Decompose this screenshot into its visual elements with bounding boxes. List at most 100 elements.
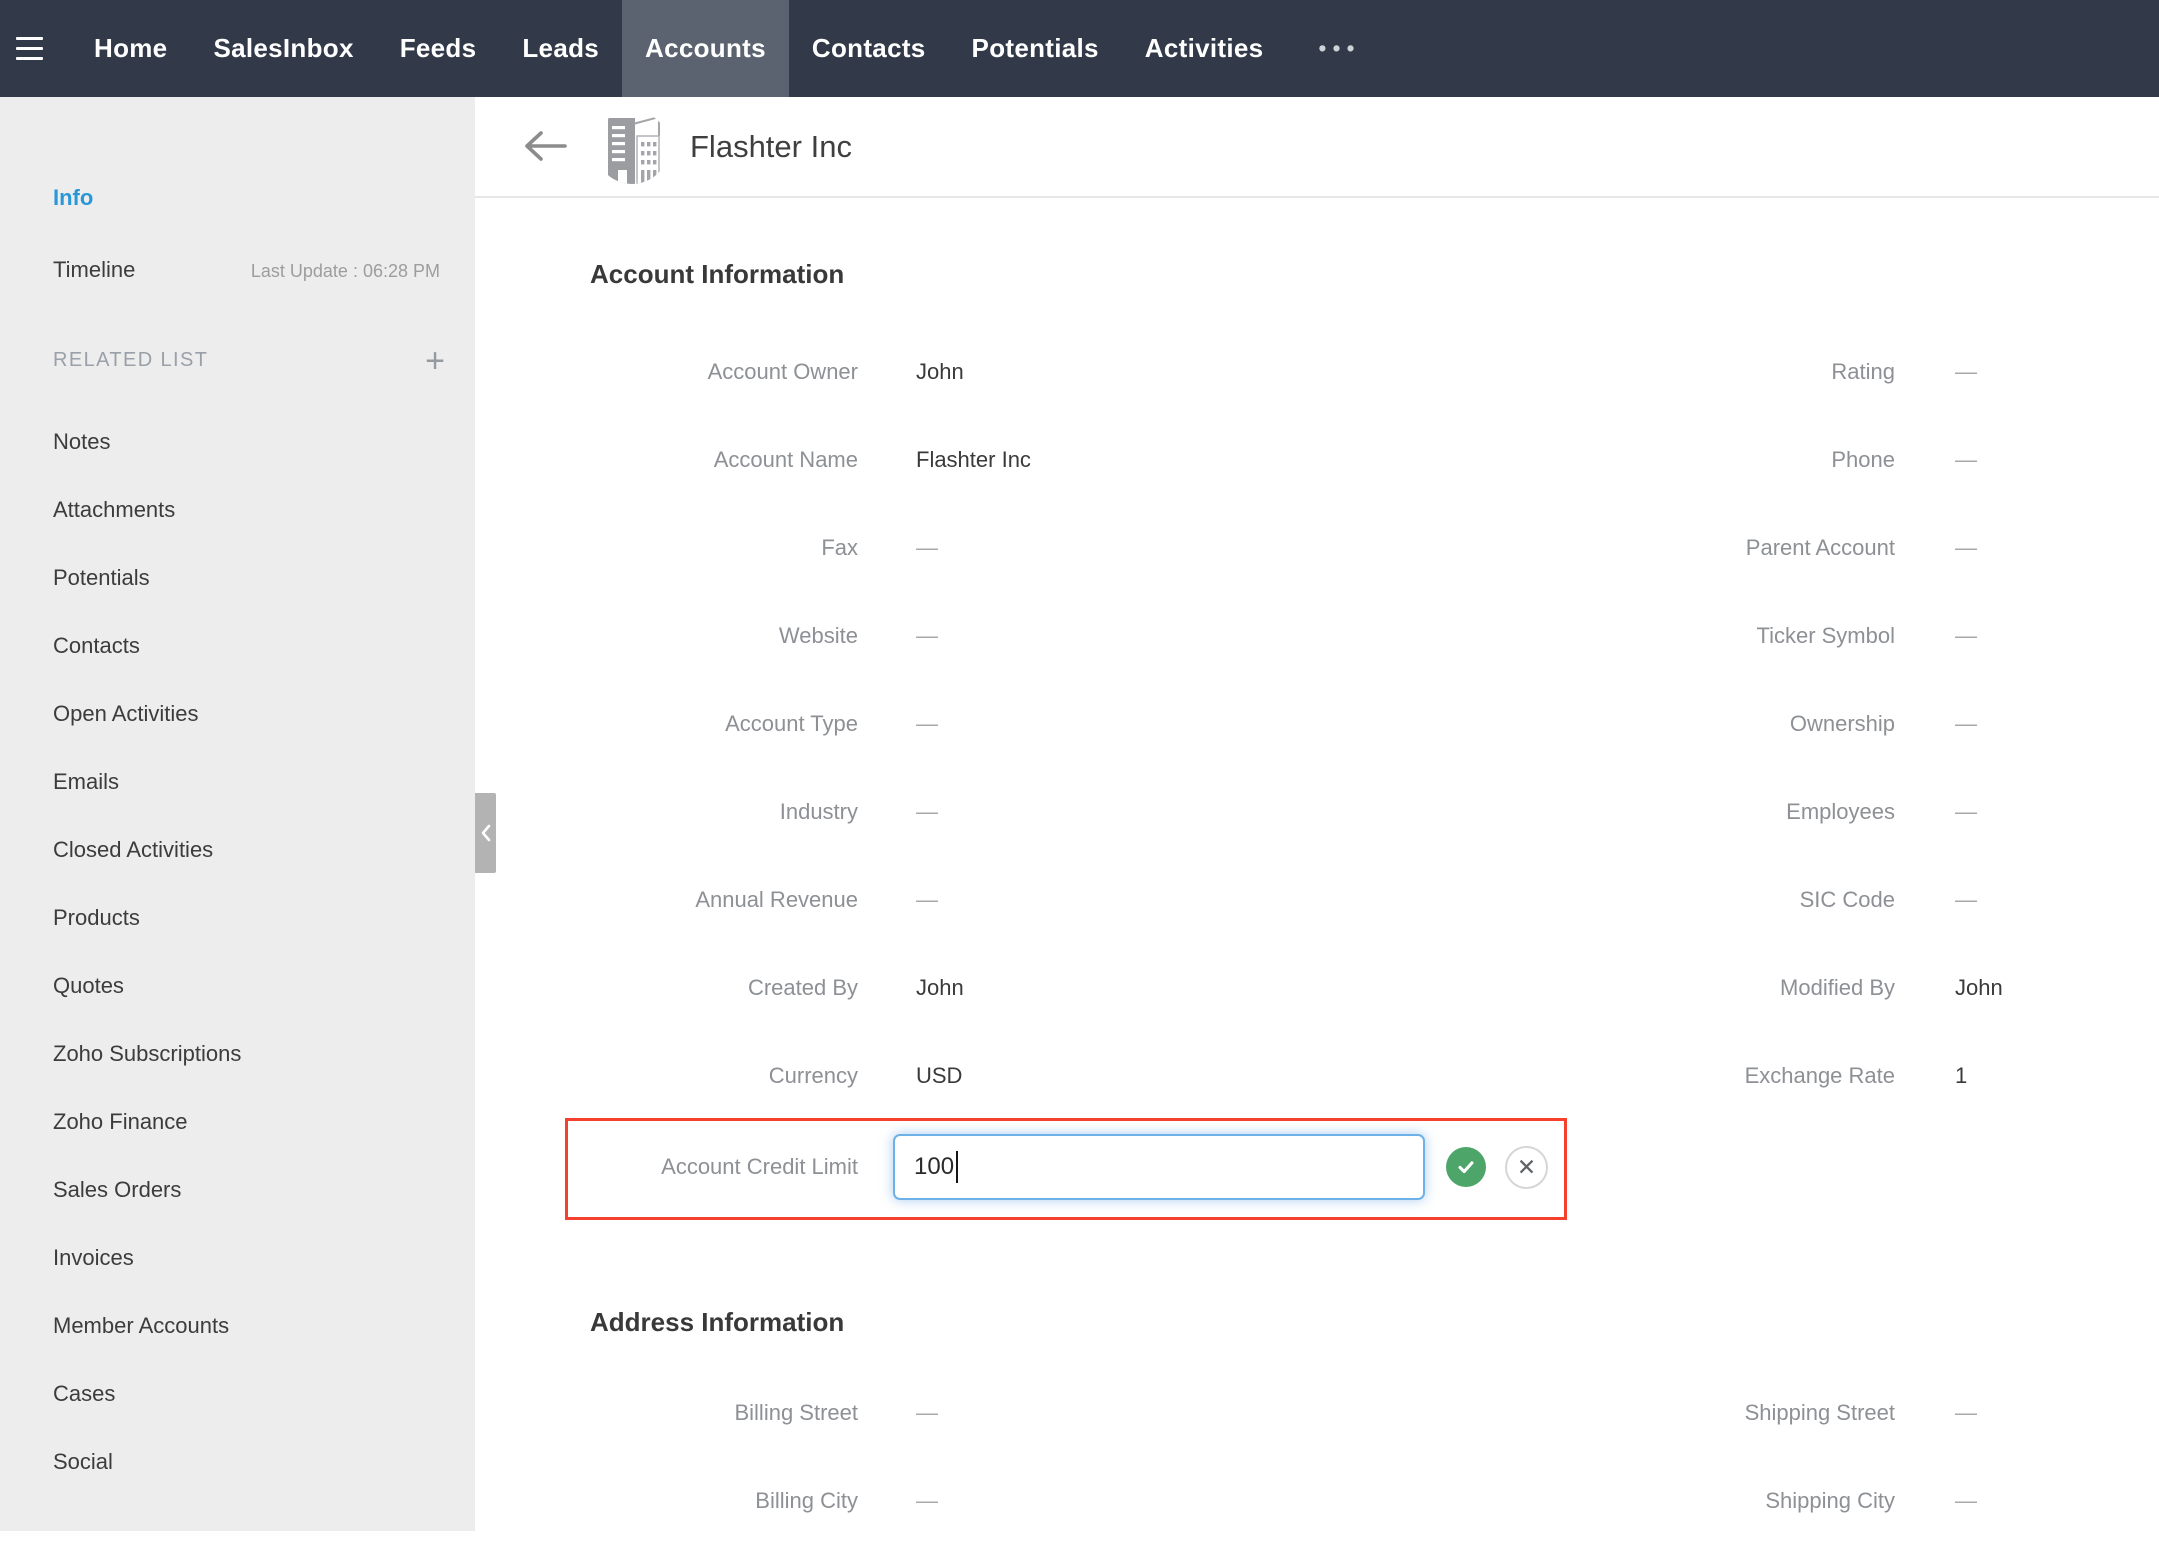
field-value[interactable]: —	[1895, 711, 2159, 737]
field-label: Annual Revenue	[475, 887, 858, 913]
field-row: Billing Street — Shipping Street —	[475, 1369, 2159, 1457]
timeline-last-update: Last Update : 06:28 PM	[251, 261, 440, 282]
field-value[interactable]: —	[1895, 359, 2159, 385]
sidebar-item-info[interactable]: Info	[53, 185, 93, 211]
text-caret	[956, 1151, 958, 1183]
field-label: Currency	[475, 1063, 858, 1089]
field-value[interactable]: —	[858, 887, 1437, 913]
nav-tab[interactable]: SalesInbox	[190, 0, 376, 97]
field-value[interactable]: —	[1895, 1400, 2159, 1426]
field-value[interactable]: —	[858, 535, 1437, 561]
sidebar-item[interactable]: Emails	[0, 748, 475, 816]
nav-tab[interactable]: Leads	[499, 0, 622, 97]
section-title-address-information: Address Information	[590, 1307, 844, 1338]
sidebar-item[interactable]: Open Activities	[0, 680, 475, 748]
field-value[interactable]: —	[1895, 887, 2159, 913]
field-value[interactable]: John	[858, 359, 1437, 385]
address-information-fields: Billing Street — Shipping Street — Billi…	[475, 1369, 2159, 1545]
nav-tabs: Home SalesInbox Feeds Leads Accounts Con…	[71, 0, 1286, 97]
field-row: Account Type — Ownership —	[475, 680, 2159, 768]
sidebar-item-timeline[interactable]: Timeline	[53, 257, 135, 283]
main-content: Flashter Inc Account Information Account…	[475, 97, 2159, 1531]
sidebar-item[interactable]: Invoices	[0, 1224, 475, 1292]
record-header: Flashter Inc	[475, 97, 2159, 198]
field-label: Account Name	[475, 447, 858, 473]
sidebar-item[interactable]: Products	[0, 884, 475, 952]
field-label: Shipping City	[1437, 1488, 1895, 1514]
chevron-left-icon	[480, 823, 492, 843]
field-row: Account Name Flashter Inc Phone —	[475, 416, 2159, 504]
nav-tab[interactable]: Potentials	[949, 0, 1122, 97]
sidebar-item[interactable]: Attachments	[0, 476, 475, 544]
add-related-list-icon[interactable]: +	[425, 351, 445, 371]
sidebar-item[interactable]: Zoho Finance	[0, 1088, 475, 1156]
sidebar-item[interactable]: Notes	[0, 408, 475, 476]
field-row: Created By John Modified By John	[475, 944, 2159, 1032]
field-label: Ownership	[1437, 711, 1895, 737]
credit-limit-input[interactable]: 100	[893, 1134, 1425, 1200]
page-title: Flashter Inc	[690, 129, 852, 165]
sidebar-item[interactable]: Zoho Subscriptions	[0, 1020, 475, 1088]
field-label: Industry	[475, 799, 858, 825]
sidebar: Info Timeline Last Update : 06:28 PM REL…	[0, 97, 475, 1531]
nav-tab[interactable]: Accounts	[622, 0, 789, 97]
confirm-button[interactable]	[1446, 1147, 1486, 1187]
sidebar-item[interactable]: Closed Activities	[0, 816, 475, 884]
field-label: SIC Code	[1437, 887, 1895, 913]
field-value[interactable]: Flashter Inc	[858, 447, 1437, 473]
field-label: Billing Street	[475, 1400, 858, 1426]
field-label: Phone	[1437, 447, 1895, 473]
field-label: Employees	[1437, 799, 1895, 825]
field-value[interactable]: —	[858, 623, 1437, 649]
menu-icon[interactable]	[16, 0, 43, 97]
sidebar-item[interactable]: Member Accounts	[0, 1292, 475, 1360]
field-label: Exchange Rate	[1437, 1063, 1895, 1089]
sidebar-item[interactable]: Quotes	[0, 952, 475, 1020]
sidebar-item[interactable]: Social	[0, 1428, 475, 1496]
sidebar-item[interactable]: Contacts	[0, 612, 475, 680]
field-value[interactable]: —	[858, 711, 1437, 737]
section-title-account-information: Account Information	[590, 259, 844, 290]
field-value[interactable]: 1	[1895, 1063, 2159, 1089]
field-value[interactable]: —	[858, 1400, 1437, 1426]
sidebar-item[interactable]: Sales Orders	[0, 1156, 475, 1224]
field-value[interactable]: John	[858, 975, 1437, 1001]
field-label: Shipping Street	[1437, 1400, 1895, 1426]
field-value[interactable]: —	[1895, 1488, 2159, 1514]
field-label: Billing City	[475, 1488, 858, 1514]
field-label: Fax	[475, 535, 858, 561]
field-value[interactable]: John	[1895, 975, 2159, 1001]
nav-tab[interactable]: Activities	[1122, 0, 1287, 97]
nav-tab[interactable]: Contacts	[789, 0, 949, 97]
credit-limit-label: Account Credit Limit	[475, 1154, 858, 1180]
sidebar-collapse-handle[interactable]	[475, 793, 496, 873]
field-row: Fax — Parent Account —	[475, 504, 2159, 592]
field-value[interactable]: —	[858, 1488, 1437, 1514]
field-row: Industry — Employees —	[475, 768, 2159, 856]
field-row: Account Owner John Rating —	[475, 328, 2159, 416]
field-value[interactable]: USD	[858, 1063, 1437, 1089]
top-navbar: Home SalesInbox Feeds Leads Accounts Con…	[0, 0, 2159, 97]
field-label: Rating	[1437, 359, 1895, 385]
sidebar-item[interactable]: Cases	[0, 1360, 475, 1428]
field-row: Billing City — Shipping City —	[475, 1457, 2159, 1545]
cancel-button[interactable]: ✕	[1505, 1146, 1548, 1189]
account-information-fields: Account Owner John Rating — Account Name…	[475, 328, 2159, 1120]
field-value[interactable]: —	[1895, 447, 2159, 473]
more-tabs-icon[interactable]: •••	[1294, 0, 1384, 97]
back-button[interactable]	[520, 129, 568, 163]
close-icon: ✕	[1517, 1156, 1536, 1179]
nav-tab[interactable]: Home	[71, 0, 190, 97]
field-value[interactable]: —	[1895, 535, 2159, 561]
field-value[interactable]: —	[1895, 799, 2159, 825]
credit-limit-value: 100	[914, 1153, 954, 1181]
field-row: Annual Revenue — SIC Code —	[475, 856, 2159, 944]
sidebar-item[interactable]: Potentials	[0, 544, 475, 612]
field-value[interactable]: —	[1895, 623, 2159, 649]
company-avatar-icon	[595, 110, 669, 184]
field-row: Currency USD Exchange Rate 1	[475, 1032, 2159, 1120]
field-label: Modified By	[1437, 975, 1895, 1001]
field-value[interactable]: —	[858, 799, 1437, 825]
nav-tab[interactable]: Feeds	[377, 0, 500, 97]
field-label: Ticker Symbol	[1437, 623, 1895, 649]
